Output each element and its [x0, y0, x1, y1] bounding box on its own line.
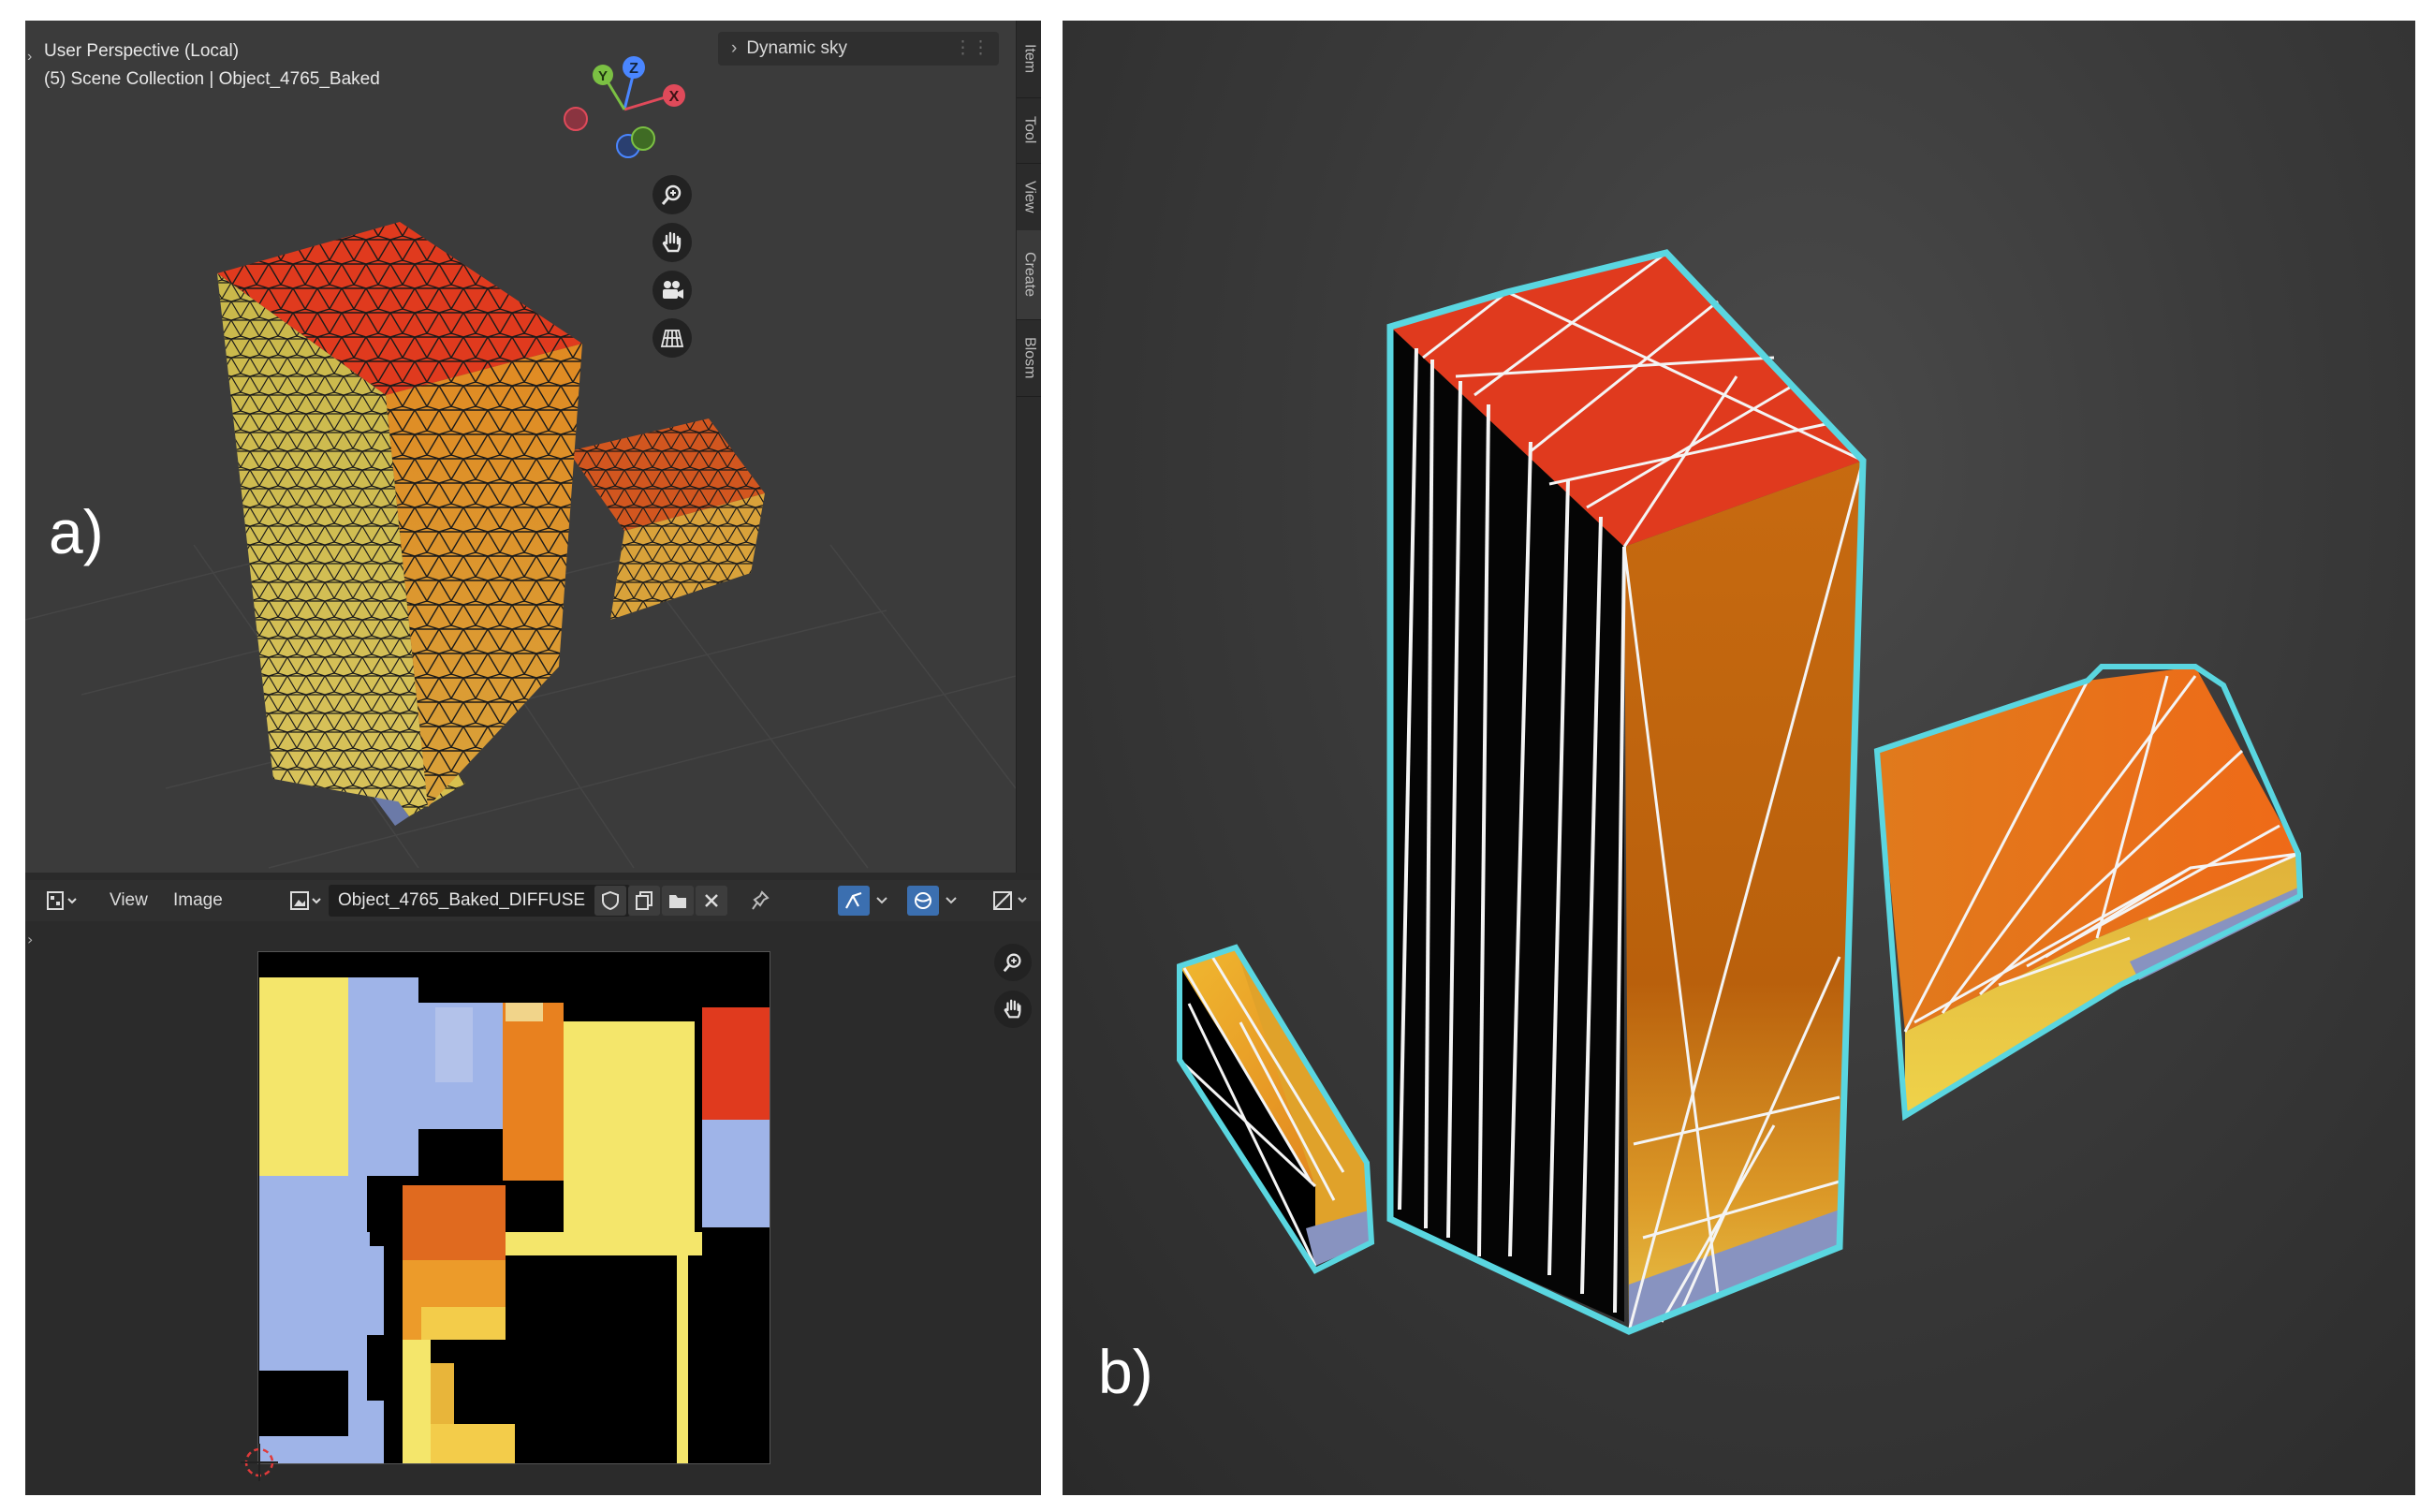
pan-hand-icon[interactable] — [652, 223, 692, 262]
grid-perspective-icon[interactable] — [652, 318, 692, 358]
chevron-right-icon[interactable]: › — [27, 931, 33, 948]
gizmo-x-label: X — [669, 89, 680, 105]
axis-gizmo[interactable]: Z X Y — [564, 56, 685, 158]
uv-sync-icon[interactable] — [838, 886, 870, 916]
display-channels-icon[interactable] — [990, 886, 1036, 916]
pan-hand-icon[interactable] — [994, 991, 1032, 1028]
menu-image[interactable]: Image — [173, 880, 223, 921]
viewport-collection-label: (5) Scene Collection | Object_4765_Baked — [44, 69, 380, 89]
drag-grip-icon[interactable]: ⋮⋮ — [954, 32, 990, 66]
image-editor: View Image Object_4765_Baked_DIFFUSE › — [25, 880, 1041, 1495]
pin-icon[interactable] — [744, 886, 776, 916]
tab-blosm[interactable]: Blosm — [1017, 319, 1041, 397]
zoom-icon[interactable] — [652, 175, 692, 214]
zoom-icon[interactable] — [994, 944, 1032, 981]
panel-a-blender-window: Z X Y › User Perspective (Local) (5) Sce… — [25, 21, 1041, 1495]
panel-label-a: a) — [49, 497, 104, 566]
image-name-field[interactable]: Object_4765_Baked_DIFFUSE — [329, 885, 630, 917]
chevron-down-icon[interactable] — [941, 886, 961, 916]
panel-b-rendered-model: b) — [1063, 21, 2415, 1495]
new-image-icon[interactable] — [628, 886, 660, 916]
chevron-right-icon: › — [731, 38, 738, 58]
model-tower — [217, 222, 582, 807]
model-tower — [1386, 249, 1867, 1335]
editor-type-icon[interactable] — [42, 886, 81, 916]
fake-user-shield-icon[interactable] — [594, 886, 626, 916]
camera-icon[interactable] — [652, 271, 692, 310]
dynamic-sky-panel[interactable]: › Dynamic sky ⋮⋮ — [718, 32, 999, 66]
tab-item[interactable]: Item — [1017, 21, 1041, 98]
gizmo-z-label: Z — [629, 61, 638, 77]
overlay-globe-icon[interactable] — [907, 886, 939, 916]
panel-label-b: b) — [1098, 1337, 1153, 1406]
chevron-down-icon[interactable] — [872, 886, 892, 916]
dynamic-sky-label: Dynamic sky — [746, 38, 848, 58]
image-editor-canvas[interactable]: › — [25, 921, 1041, 1495]
sidebar-tabs: Item Tool View Create Blosm — [1016, 21, 1041, 873]
viewport-title: User Perspective (Local) — [44, 41, 240, 61]
open-folder-icon[interactable] — [662, 886, 694, 916]
image-browse-icon[interactable] — [286, 886, 325, 916]
menu-view[interactable]: View — [110, 880, 148, 921]
tab-view[interactable]: View — [1017, 163, 1041, 231]
header-expand-caret[interactable]: › — [27, 49, 32, 66]
model-slab — [1177, 944, 1375, 1274]
viewport-scene: Z X Y — [25, 56, 1016, 869]
baked-diffuse-texture — [257, 951, 770, 1464]
model-annex — [568, 418, 765, 620]
2d-cursor-icon[interactable] — [239, 1442, 280, 1483]
image-editor-header: View Image Object_4765_Baked_DIFFUSE — [25, 880, 1041, 922]
close-icon[interactable] — [696, 886, 727, 916]
tab-create[interactable]: Create — [1017, 230, 1041, 320]
tab-tool[interactable]: Tool — [1017, 97, 1041, 164]
model-annex — [1873, 664, 2304, 1122]
gizmo-y-label: Y — [598, 68, 608, 84]
rendered-model-scene — [1177, 249, 2304, 1335]
3d-viewport[interactable]: Z X Y › User Perspective (Local) (5) Sce… — [25, 21, 1041, 873]
